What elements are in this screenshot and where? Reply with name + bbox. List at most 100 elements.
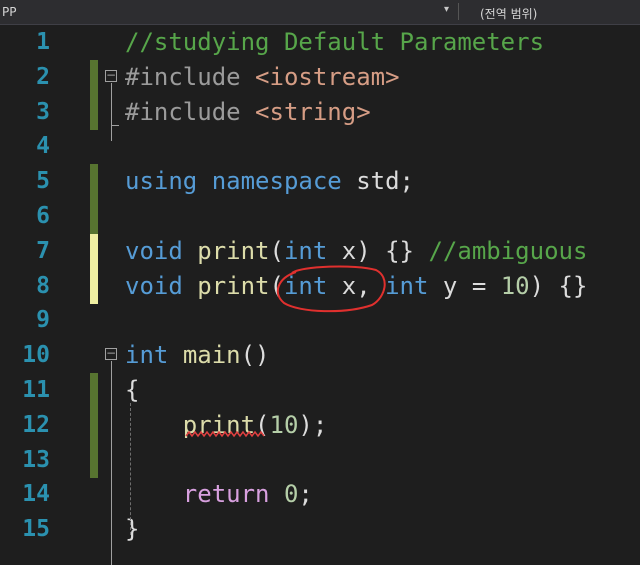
code-editor[interactable]: 1//studying Default Parameters 2− #include… [0,25,640,565]
fold-guide [111,124,119,126]
change-indicator [90,59,98,95]
code-token: 10 [500,271,530,300]
code-token: x) {} [327,236,429,265]
code-token: } [125,515,140,544]
scope-dropdown[interactable]: (전역 범위) [480,5,537,22]
change-indicator [90,373,98,408]
code-token: print [197,236,270,265]
line-number: 15 [22,516,50,543]
code-token: <iostream> [255,62,400,91]
code-token: ); [298,410,328,439]
fold-guide [111,82,112,142]
code-line[interactable]: 4 [0,129,640,164]
code-token: #include [125,97,256,126]
code-line[interactable]: 8 void print(int x, int y = 10) {} [0,268,640,304]
indent-guide [130,403,131,536]
line-number: 5 [36,168,50,195]
code-text: //studying Default Parameters [125,25,544,60]
code-token: int [283,271,328,300]
line-number: 10 [22,342,50,369]
code-token: ( [255,410,270,439]
code-text: print(10); [125,408,328,443]
line-number: 8 [36,272,50,299]
code-text: #include <string> [125,95,371,130]
line-number: 13 [22,446,50,473]
code-token: namespace [211,167,342,196]
code-token: () [240,341,270,370]
code-token: ( [269,271,284,300]
code-line[interactable]: 1 //studying Default Parameters [0,25,640,60]
line-number: 14 [22,481,50,508]
code-token: ( [269,236,284,265]
collapse-icon[interactable]: − [105,347,117,361]
navigation-bar: PP ▾ (전역 범위) [0,0,640,25]
code-token: print [197,271,270,300]
divider [458,3,459,20]
collapse-icon[interactable]: − [105,69,117,82]
code-token: void [125,271,183,300]
line-number: 3 [36,98,50,125]
code-token: 10 [269,410,299,439]
code-line[interactable]: 12 print(10); [0,407,640,443]
code-text: int main() [125,338,270,373]
change-indicator [90,164,98,200]
fold-guide [111,361,112,565]
code-line[interactable]: 2 − #include <iostream> [0,59,640,95]
change-indicator [90,94,98,130]
code-token: return [182,480,270,509]
code-token: std; [341,167,414,196]
code-line[interactable]: 11 { [0,373,640,408]
code-token: ; [298,480,313,509]
code-line[interactable]: 14 return 0; [0,477,640,512]
code-token: 0 [283,480,299,509]
code-text: void print(int x, int y = 10) {} [125,269,587,304]
code-line[interactable]: 6 [0,199,640,234]
code-token: int [385,271,429,300]
code-line[interactable]: 7 void print(int x) {} //ambiguous [0,233,640,269]
chevron-down-icon[interactable]: ▾ [444,4,449,15]
line-number: 6 [36,203,50,229]
code-line[interactable]: 5 using namespace std; [0,164,640,200]
code-token: <string> [255,97,371,126]
code-text: return 0; [125,477,313,512]
line-number: 11 [22,377,50,403]
line-number: 9 [36,307,50,334]
code-token: //studying Default Parameters [125,28,545,56]
code-line[interactable]: 3 #include <string> [0,94,640,130]
line-number: 12 [22,411,50,438]
code-line[interactable]: 10 − int main() [0,338,640,373]
code-token: ) {} [529,271,588,300]
code-text: #include <iostream> [125,60,400,95]
code-text: } [125,512,139,547]
change-indicator [90,233,98,269]
code-token: int [283,236,328,265]
line-number: 1 [36,29,50,55]
code-line[interactable]: 13 [0,442,640,478]
change-indicator [90,442,98,478]
code-line[interactable]: 9 [0,303,640,338]
code-token: int [125,341,169,370]
line-number: 7 [36,237,50,264]
code-text: { [125,373,139,408]
code-token: print [182,410,256,439]
project-dropdown[interactable]: PP [2,5,16,19]
code-token: //ambiguous [428,236,588,265]
code-token: #include [125,62,256,91]
code-text: void print(int x) {} //ambiguous [125,234,587,269]
code-token: y = [428,271,501,300]
code-token: main [182,341,241,370]
code-line[interactable]: 15} [0,512,640,547]
code-token: { [125,376,140,404]
line-number: 2 [36,63,50,90]
change-indicator [90,199,98,234]
code-token: void [125,236,183,265]
line-number: 4 [36,133,50,160]
code-text: using namespace std; [125,164,414,199]
code-token: x, [327,271,386,300]
code-token: using [125,167,198,196]
